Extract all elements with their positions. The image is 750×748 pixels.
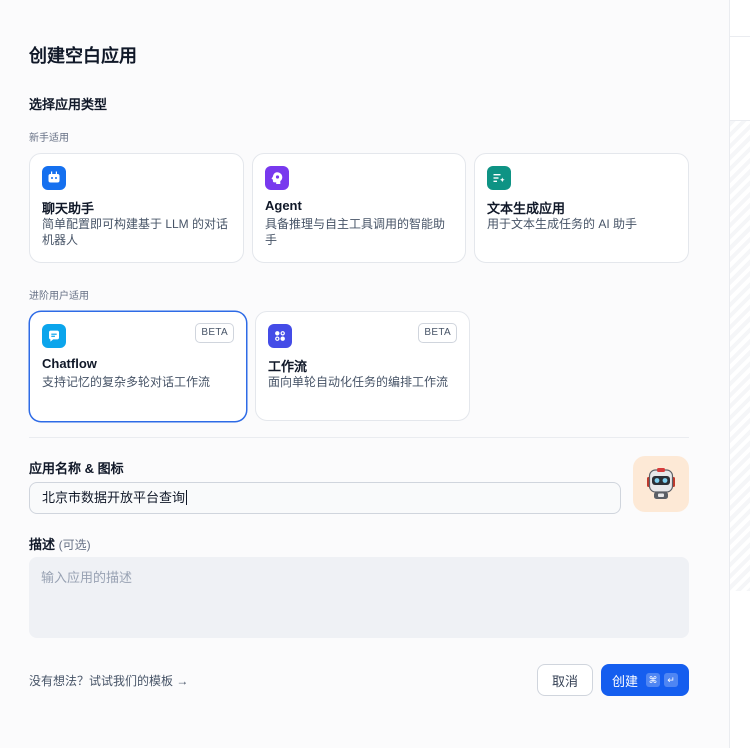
advanced-section-label: 进阶用户适用 bbox=[29, 291, 89, 302]
template-link[interactable]: 没有想法？试试我们的模板 → bbox=[29, 672, 188, 689]
chat-bot-icon bbox=[42, 166, 66, 190]
text-cursor bbox=[186, 490, 188, 505]
background-page-edge bbox=[729, 0, 750, 748]
app-type-card-text-generation[interactable]: 文本生成应用 用于文本生成任务的 AI 助手 bbox=[474, 153, 689, 263]
app-type-description: 面向单轮自动化任务的编排工作流 bbox=[268, 375, 449, 389]
enter-key-icon: ↵ bbox=[664, 673, 678, 687]
create-button-label: 创建 bbox=[611, 673, 638, 689]
command-key-icon: ⌘ bbox=[646, 673, 660, 687]
workflow-icon bbox=[268, 324, 292, 348]
robot-icon bbox=[647, 468, 675, 499]
description-placeholder: 输入应用的描述 bbox=[41, 570, 133, 585]
description-textarea[interactable]: 输入应用的描述 bbox=[29, 557, 689, 638]
app-type-description: 支持记忆的复杂多轮对话工作流 bbox=[42, 375, 211, 389]
arrow-right-icon: → bbox=[176, 674, 189, 688]
description-label-text: 描述 bbox=[29, 537, 56, 552]
app-name-input[interactable]: 北京市数据开放平台查询 bbox=[29, 482, 621, 514]
cancel-button[interactable]: 取消 bbox=[537, 664, 593, 696]
create-app-dialog: 创建空白应用 选择应用类型 新手适用 聊天助手 简单配置即可构建基于 LLM 的… bbox=[0, 0, 729, 748]
beta-badge: BETA bbox=[195, 323, 234, 343]
app-type-card-agent[interactable]: Agent 具备推理与自主工具调用的智能助手 bbox=[252, 153, 466, 263]
beginner-section-label: 新手适用 bbox=[29, 133, 69, 144]
app-type-name: 工作流 bbox=[268, 359, 308, 374]
app-type-card-chatflow[interactable]: BETA Chatflow 支持记忆的复杂多轮对话工作流 bbox=[29, 311, 247, 422]
optional-hint: (可选) bbox=[58, 538, 91, 552]
app-type-card-workflow[interactable]: BETA 工作流 面向单轮自动化任务的编排工作流 bbox=[255, 311, 470, 421]
app-type-title: 选择应用类型 bbox=[29, 97, 108, 112]
dialog-title: 创建空白应用 bbox=[29, 46, 137, 66]
app-type-card-chat-assistant[interactable]: 聊天助手 简单配置即可构建基于 LLM 的对话机器人 bbox=[29, 153, 244, 263]
app-name-value: 北京市数据开放平台查询 bbox=[42, 490, 186, 505]
create-button[interactable]: 创建 ⌘ ↵ bbox=[601, 664, 689, 696]
beta-badge: BETA bbox=[418, 323, 457, 343]
app-type-description: 简单配置即可构建基于 LLM 的对话机器人 bbox=[42, 217, 229, 247]
app-type-name: 聊天助手 bbox=[42, 201, 95, 216]
app-name-label: 应用名称 & 图标 bbox=[29, 461, 124, 476]
text-generation-icon bbox=[487, 166, 511, 190]
section-divider bbox=[29, 437, 689, 438]
app-type-name: Agent bbox=[265, 198, 302, 213]
description-label: 描述 (可选) bbox=[29, 534, 91, 553]
app-type-description: 用于文本生成任务的 AI 助手 bbox=[487, 217, 638, 231]
hatched-pattern bbox=[730, 121, 750, 591]
app-type-name: Chatflow bbox=[42, 356, 97, 371]
app-type-name: 文本生成应用 bbox=[487, 201, 566, 216]
app-type-description: 具备推理与自主工具调用的智能助手 bbox=[265, 217, 446, 247]
chatflow-icon bbox=[42, 324, 66, 348]
divider bbox=[730, 36, 750, 37]
app-icon-picker[interactable] bbox=[633, 456, 689, 512]
template-link-text: 没有想法？试试我们的模板 bbox=[29, 674, 174, 688]
agent-brain-icon bbox=[265, 166, 289, 190]
